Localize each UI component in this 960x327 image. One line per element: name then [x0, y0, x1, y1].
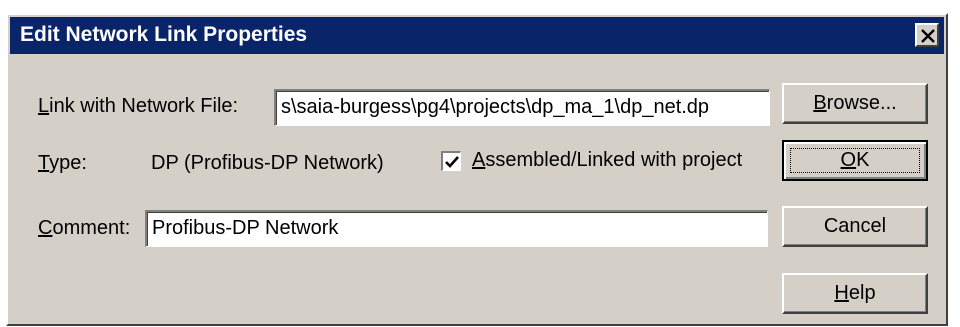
type-label-text: ype:	[49, 152, 87, 174]
dialog-title: Edit Network Link Properties	[20, 23, 308, 46]
title-bar[interactable]: Edit Network Link Properties	[10, 17, 944, 54]
browse-mnemonic: B	[813, 92, 827, 114]
close-icon	[921, 29, 935, 43]
assembled-label-text: ssembled/Linked with project	[485, 149, 743, 171]
type-value: DP (Profibus-DP Network)	[151, 152, 384, 174]
type-label: Type:	[38, 152, 87, 175]
browse-button[interactable]: Browse...	[782, 83, 928, 124]
help-mnemonic: H	[834, 282, 849, 304]
focus-rectangle	[790, 148, 920, 173]
ok-button[interactable]: OK	[782, 140, 928, 181]
link-file-input[interactable]: s\saia-burgess\pg4\projects\dp_ma_1\dp_n…	[274, 89, 770, 126]
link-file-label-mnemonic: L	[38, 95, 50, 117]
assembled-checkbox[interactable]	[441, 151, 461, 171]
link-file-label: Link with Network File:	[38, 95, 238, 118]
help-button[interactable]: Help	[782, 273, 928, 314]
comment-label: Comment:	[38, 217, 130, 240]
link-file-label-text: ink with Network File:	[49, 95, 239, 117]
comment-label-text: omment:	[52, 217, 131, 239]
comment-input[interactable]: Profibus-DP Network	[145, 210, 768, 247]
type-label-mnemonic: T	[38, 152, 50, 174]
browse-label: rowse...	[826, 92, 897, 114]
help-label: elp	[848, 282, 876, 304]
edit-network-link-dialog: Edit Network Link Properties Link with N…	[6, 13, 948, 326]
checkmark-icon	[445, 156, 459, 168]
close-button[interactable]	[915, 23, 939, 47]
cancel-button[interactable]: Cancel	[782, 206, 928, 247]
assembled-label[interactable]: Assembled/Linked with project	[472, 149, 742, 172]
assembled-label-mnemonic: A	[472, 149, 486, 171]
comment-label-mnemonic: C	[38, 217, 53, 239]
